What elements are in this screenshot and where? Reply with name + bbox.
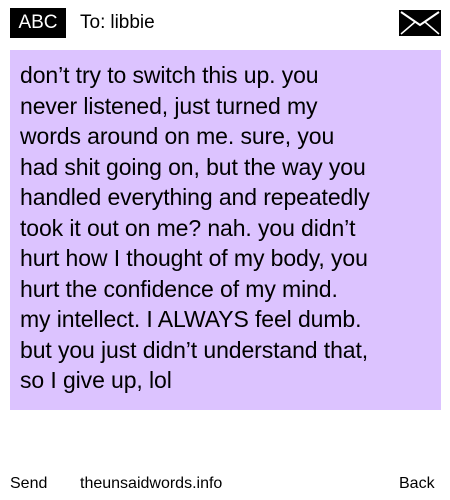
- recipient-name[interactable]: libbie: [110, 12, 154, 33]
- site-credit: theunsaidwords.info: [80, 475, 223, 492]
- message-body[interactable]: don’t try to switch this up. you never l…: [20, 60, 440, 396]
- back-button[interactable]: Back: [399, 474, 435, 494]
- recipient-line: To: libbie: [80, 11, 155, 35]
- to-label: To:: [80, 12, 106, 33]
- send-button[interactable]: Send: [10, 474, 47, 494]
- input-mode-badge[interactable]: ABC: [10, 8, 66, 38]
- message-header: ABC To: libbie: [0, 0, 450, 46]
- envelope-icon[interactable]: [399, 10, 441, 36]
